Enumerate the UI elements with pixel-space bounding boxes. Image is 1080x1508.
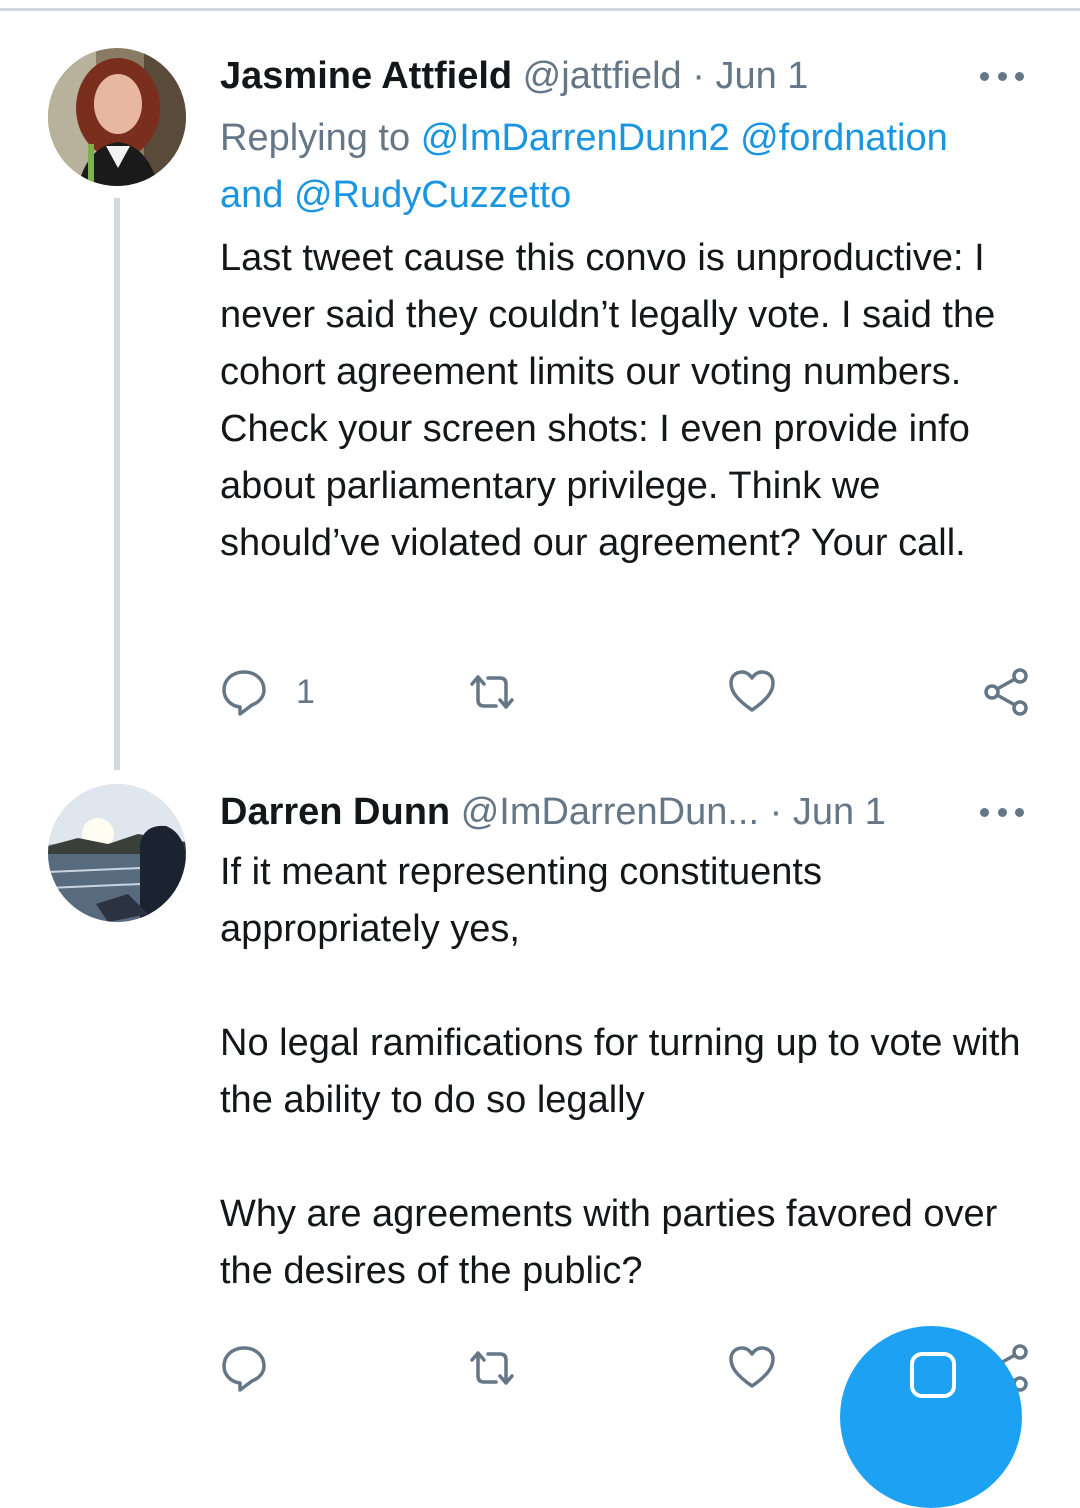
author-handle[interactable]: @jattfield (523, 55, 682, 97)
thread-line (114, 198, 120, 770)
reply-count: 1 (296, 672, 315, 711)
tweet-actions: 1 (218, 662, 1038, 722)
like-button[interactable] (726, 662, 778, 722)
retweet-button[interactable] (466, 662, 518, 722)
separator-dot: · (769, 791, 783, 833)
tweet-header: Jasmine Attfield @jattfield · Jun 1 (220, 44, 1040, 108)
like-button[interactable] (726, 1338, 778, 1398)
author-name[interactable]: Jasmine Attfield (220, 55, 512, 97)
tweet-darren-dunn[interactable]: Darren Dunn @ImDarrenDun... · Jun 1 If i… (0, 770, 1080, 1406)
mention-link[interactable]: @RudyCuzzetto (294, 174, 571, 216)
tweet-header: Darren Dunn @ImDarrenDun... · Jun 1 (220, 780, 1040, 844)
reply-button[interactable]: 1 (218, 662, 315, 722)
tweet-paragraph: Last tweet cause this convo is unproduct… (220, 237, 996, 564)
retweet-button[interactable] (466, 1338, 518, 1398)
comment-icon (222, 670, 266, 716)
profile-photo-icon (48, 48, 186, 186)
separator-dot: · (692, 55, 705, 97)
more-dots-icon[interactable] (980, 780, 1024, 844)
tweet-text: Last tweet cause this convo is unproduct… (220, 230, 1050, 572)
tweet-paragraph: If it meant representing constituents ap… (220, 851, 822, 950)
profile-photo-icon (48, 784, 186, 922)
replying-to-label: Replying to (220, 117, 411, 159)
avatar[interactable] (48, 48, 186, 186)
tweet-paragraph: No legal ramifications for turning up to… (220, 1022, 1021, 1121)
compose-icon (910, 1352, 956, 1398)
compose-fab-button[interactable] (840, 1326, 1022, 1508)
mention-link[interactable]: @ImDarrenDunn2 (421, 117, 730, 159)
tweet-text: If it meant representing constituents ap… (220, 844, 1050, 1300)
mention-link[interactable]: @fordnation (740, 117, 948, 159)
tweet-date[interactable]: Jun 1 (793, 791, 886, 833)
heart-icon (729, 670, 775, 712)
mention-and[interactable]: and (220, 174, 283, 216)
more-dots-icon[interactable] (980, 44, 1024, 108)
author-handle[interactable]: @ImDarrenDun... (461, 791, 759, 833)
tweet-date[interactable]: Jun 1 (715, 55, 808, 97)
tweet-paragraph: Why are agreements with parties favored … (220, 1193, 998, 1292)
retweet-icon (470, 1351, 514, 1385)
share-icon (984, 668, 1028, 716)
tweet-jasmine-attfield[interactable]: Jasmine Attfield @jattfield · Jun 1 Repl… (0, 0, 1080, 770)
heart-icon (729, 1346, 775, 1388)
share-button[interactable] (980, 662, 1032, 722)
replying-to: Replying to @ImDarrenDunn2 @fordnation a… (220, 110, 1040, 224)
avatar[interactable] (48, 784, 186, 922)
comment-icon (222, 1346, 266, 1392)
reply-button[interactable] (218, 1338, 270, 1398)
retweet-icon (470, 675, 514, 709)
author-name[interactable]: Darren Dunn (220, 791, 450, 833)
